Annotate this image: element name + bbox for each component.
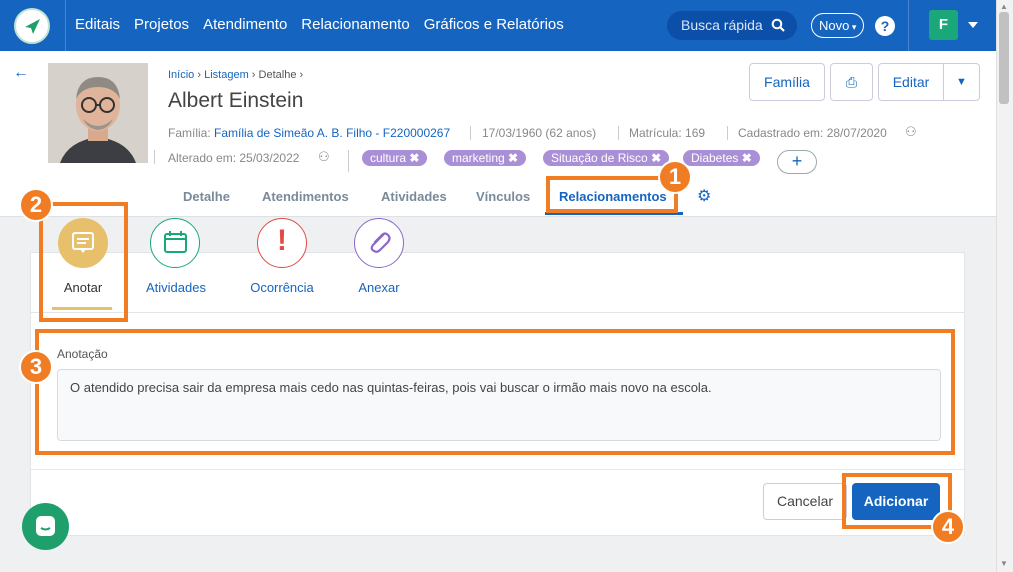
add-tag-button[interactable]: + bbox=[777, 150, 817, 174]
tab-atendimentos[interactable]: Atendimentos bbox=[262, 189, 349, 204]
top-navbar: Editais Projetos Atendimento Relacioname… bbox=[0, 0, 996, 51]
chevron-right-icon: › bbox=[251, 69, 259, 81]
scroll-up-icon[interactable]: ▲ bbox=[1000, 2, 1008, 11]
quick-search[interactable]: Busca rápida bbox=[667, 11, 797, 40]
user-settings-icon[interactable]: ⚙ bbox=[697, 186, 711, 206]
edit-button[interactable]: Editar bbox=[878, 63, 944, 101]
callout-badge: 1 bbox=[658, 160, 692, 194]
breadcrumb-current: Detalhe bbox=[258, 69, 297, 81]
main-menu: Editais Projetos Atendimento Relacioname… bbox=[75, 16, 578, 33]
profile-photo bbox=[48, 63, 148, 163]
created-date: Cadastrado em: 28/07/2020 bbox=[738, 126, 887, 140]
divider bbox=[348, 150, 349, 172]
family-link[interactable]: Família de Simeão A. B. Filho - F2200002… bbox=[214, 126, 450, 140]
divider bbox=[727, 126, 728, 140]
tag-chip[interactable]: Diabetes ✖ bbox=[683, 150, 760, 166]
new-button-label: Novo bbox=[819, 18, 850, 33]
help-icon[interactable]: ? bbox=[875, 16, 895, 36]
divider bbox=[470, 126, 471, 140]
action-label-ocorrencia[interactable]: Ocorrência bbox=[244, 280, 320, 295]
tab-atividades[interactable]: Atividades bbox=[381, 189, 447, 204]
tag-label: Diabetes bbox=[691, 151, 739, 165]
close-icon[interactable]: ✖ bbox=[409, 151, 419, 165]
family-label: Família: bbox=[168, 126, 211, 140]
scrollbar-thumb[interactable] bbox=[999, 12, 1009, 104]
menu-atendimento[interactable]: Atendimento bbox=[203, 16, 287, 33]
chevron-right-icon: › bbox=[299, 69, 304, 81]
scroll-down-icon[interactable]: ▼ bbox=[1000, 559, 1008, 568]
tag-chip[interactable]: marketing ✖ bbox=[444, 150, 527, 166]
family-button[interactable]: Família bbox=[749, 63, 825, 101]
close-icon[interactable]: ✖ bbox=[651, 151, 661, 165]
close-icon[interactable]: ✖ bbox=[508, 151, 518, 165]
chevron-down-icon[interactable]: ▼ bbox=[943, 63, 980, 101]
chat-widget-icon[interactable] bbox=[22, 503, 69, 550]
callout-highlight bbox=[39, 202, 128, 322]
divider bbox=[31, 469, 964, 470]
divider bbox=[154, 150, 155, 164]
user-icon: ⚇ bbox=[318, 149, 330, 164]
cancel-button[interactable]: Cancelar bbox=[763, 483, 847, 520]
user-avatar[interactable]: F bbox=[929, 10, 958, 40]
user-icon: ⚇ bbox=[905, 124, 917, 139]
breadcrumb-home[interactable]: Início bbox=[168, 69, 194, 81]
action-label-atividades[interactable]: Atividades bbox=[140, 280, 212, 295]
menu-relacionamento[interactable]: Relacionamento bbox=[301, 16, 409, 33]
app-logo[interactable] bbox=[14, 8, 50, 44]
tag-label: Situação de Risco bbox=[551, 151, 648, 165]
page-title: Albert Einstein bbox=[168, 89, 304, 112]
menu-graficos[interactable]: Gráficos e Relatórios bbox=[424, 16, 564, 33]
menu-editais[interactable]: Editais bbox=[75, 16, 120, 33]
tab-detalhe[interactable]: Detalhe bbox=[183, 189, 230, 204]
action-label-anexar[interactable]: Anexar bbox=[354, 280, 404, 295]
calendar-icon[interactable] bbox=[150, 218, 200, 268]
breadcrumb: Início › Listagem › Detalhe › bbox=[168, 69, 303, 81]
callout-highlight bbox=[35, 329, 955, 455]
paperclip-icon[interactable] bbox=[354, 218, 404, 268]
print-icon[interactable]: ⎙ bbox=[830, 63, 873, 101]
updated-date: Alterado em: 25/03/2022 bbox=[168, 151, 300, 165]
tag-label: marketing bbox=[452, 151, 505, 165]
user-menu-caret-icon[interactable] bbox=[968, 22, 978, 28]
search-icon bbox=[771, 18, 785, 32]
menu-projetos[interactable]: Projetos bbox=[134, 16, 189, 33]
tag-chip[interactable]: cultura ✖ bbox=[362, 150, 428, 166]
family-info: Família: Família de Simeão A. B. Filho -… bbox=[168, 126, 450, 140]
tab-vinculos[interactable]: Vínculos bbox=[476, 189, 530, 204]
breadcrumb-list[interactable]: Listagem bbox=[204, 69, 249, 81]
callout-badge: 4 bbox=[931, 510, 965, 544]
tag-chip[interactable]: Situação de Risco ✖ bbox=[543, 150, 670, 166]
birth-date: 17/03/1960 (62 anos) bbox=[482, 126, 597, 140]
callout-badge: 2 bbox=[19, 188, 53, 222]
close-icon[interactable]: ✖ bbox=[742, 151, 752, 165]
new-button[interactable]: Novo ▾ bbox=[811, 13, 864, 38]
back-arrow-icon[interactable]: ← bbox=[13, 64, 29, 82]
divider bbox=[65, 0, 66, 51]
divider bbox=[618, 126, 619, 140]
alert-icon[interactable]: ! bbox=[257, 218, 307, 268]
matricula: Matrícula: 169 bbox=[629, 126, 706, 140]
quick-search-label: Busca rápida bbox=[681, 17, 763, 33]
callout-badge: 3 bbox=[19, 350, 53, 384]
tag-label: cultura bbox=[370, 151, 407, 165]
chevron-down-icon: ▾ bbox=[849, 22, 857, 32]
divider bbox=[908, 0, 909, 51]
